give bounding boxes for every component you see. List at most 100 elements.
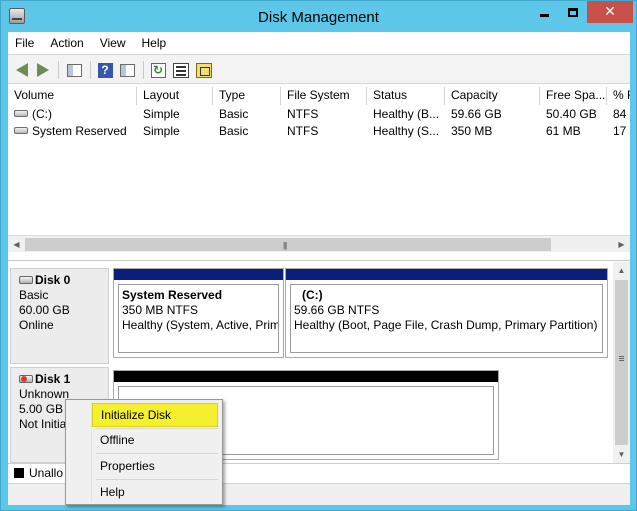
refresh-icon: ↻ xyxy=(150,62,166,78)
capacity-cell: 59.66 GB xyxy=(451,107,502,121)
disk-type: Basic xyxy=(19,288,49,302)
volume-row[interactable]: System Reserved Simple Basic NTFS Health… xyxy=(8,123,630,140)
scroll-down-icon[interactable]: ▼ xyxy=(613,446,630,463)
volume-icon xyxy=(14,110,28,118)
grip-icon: ||| xyxy=(283,241,287,250)
show-hide-console-tree-icon xyxy=(66,63,82,77)
toolbar-separator xyxy=(90,61,91,79)
back-icon xyxy=(16,63,28,77)
maximize-button[interactable] xyxy=(559,1,586,23)
forward-icon xyxy=(37,63,49,77)
volume-icon xyxy=(14,127,28,135)
disk-name: Disk 0 xyxy=(35,273,71,287)
partition-status: Healthy (Boot, Page File, Crash Dump, Pr… xyxy=(294,318,598,332)
scrollbar-thumb[interactable]: ||| xyxy=(25,238,551,251)
toolbar-separator xyxy=(143,61,144,79)
properties-icon xyxy=(173,62,189,78)
show-action-pane-icon xyxy=(119,63,135,77)
menu-help[interactable]: Help xyxy=(134,33,175,53)
menu-item-offline[interactable]: Offline xyxy=(92,428,218,452)
rescan-disks-button[interactable] xyxy=(194,60,214,80)
volume-list: Volume Layout Type File System Status Ca… xyxy=(8,84,630,261)
partition-name: (C:) xyxy=(302,288,323,302)
file-system-cell: NTFS xyxy=(287,124,319,138)
disk-name: Disk 1 xyxy=(35,372,71,386)
layout-cell: Simple xyxy=(143,124,180,138)
volume-name: System Reserved xyxy=(32,124,127,138)
menu-view[interactable]: View xyxy=(92,33,134,53)
partition-details: System Reserved 350 MB NTFS Healthy (Sys… xyxy=(118,284,279,353)
unallocated-bar xyxy=(114,371,498,382)
menu-item-initialize-disk[interactable]: Initialize Disk xyxy=(92,403,218,427)
grip-icon xyxy=(619,356,624,357)
status-cell: Healthy (B... xyxy=(373,107,440,121)
rescan-disks-icon xyxy=(196,62,212,78)
menu-item-help[interactable]: Help xyxy=(92,480,218,504)
disk-offline-icon xyxy=(19,374,33,383)
minimize-button[interactable] xyxy=(531,1,558,23)
free-space-cell: 61 MB xyxy=(546,124,581,138)
back-button[interactable] xyxy=(12,60,32,80)
column-free-space[interactable]: Free Spa... xyxy=(540,87,607,105)
capacity-cell: 350 MB xyxy=(451,124,493,138)
layout-cell: Simple xyxy=(143,107,180,121)
toolbar: ? ↻ xyxy=(8,54,630,84)
legend-swatch-unallocated xyxy=(14,468,24,478)
volume-cell: (C:) xyxy=(8,106,137,123)
menu-bar: File Action View Help xyxy=(8,32,630,54)
column-type[interactable]: Type xyxy=(213,87,281,105)
toolbar-separator xyxy=(58,61,59,79)
graphical-view-vertical-scrollbar[interactable]: ▲ ▼ xyxy=(613,262,630,463)
volume-row[interactable]: (C:) Simple Basic NTFS Healthy (B... 59.… xyxy=(8,106,630,123)
partition-details: (C:) 59.66 GB NTFS Healthy (Boot, Page F… xyxy=(290,284,603,353)
help-button[interactable]: ? xyxy=(95,60,115,80)
partition-bar xyxy=(286,269,607,280)
forward-button[interactable] xyxy=(33,60,53,80)
scrollbar-thumb[interactable] xyxy=(615,280,628,445)
type-cell: Basic xyxy=(219,124,249,138)
partition-size-fs: 59.66 GB NTFS xyxy=(294,303,380,317)
column-volume[interactable]: Volume xyxy=(8,87,137,105)
help-icon: ? xyxy=(97,62,113,78)
close-button[interactable]: ✕ xyxy=(587,1,633,23)
disk-management-window: Disk Management ✕ File Action View Help … xyxy=(0,0,637,511)
close-icon: ✕ xyxy=(604,4,616,20)
disk-0-label[interactable]: Disk 0 Basic 60.00 GB Online xyxy=(10,268,109,364)
menu-item-properties[interactable]: Properties xyxy=(92,454,218,478)
title-bar[interactable]: Disk Management ✕ xyxy=(1,1,636,32)
scroll-left-icon[interactable]: ◀ xyxy=(8,236,25,253)
partition-bar xyxy=(114,269,283,280)
type-cell: Basic xyxy=(219,107,249,121)
column-capacity[interactable]: Capacity xyxy=(445,87,540,105)
volume-list-horizontal-scrollbar[interactable]: ◀ ||| ▶ xyxy=(8,235,630,252)
disk-row: Disk 0 Basic 60.00 GB Online System Rese… xyxy=(8,268,613,364)
properties-button[interactable] xyxy=(171,60,191,80)
menu-file[interactable]: File xyxy=(8,33,42,53)
volume-name: (C:) xyxy=(32,107,52,121)
partition-size-fs: 350 MB NTFS xyxy=(122,303,199,317)
minimize-icon xyxy=(540,13,549,17)
menu-action[interactable]: Action xyxy=(42,33,91,53)
disk-context-menu: Initialize Disk Offline Properties Help xyxy=(65,399,223,505)
percent-free-cell: 84 xyxy=(613,107,627,121)
disk-state: Online xyxy=(19,318,54,332)
partition-c[interactable]: (C:) 59.66 GB NTFS Healthy (Boot, Page F… xyxy=(285,268,608,358)
column-file-system[interactable]: File System xyxy=(281,87,367,105)
refresh-button[interactable]: ↻ xyxy=(148,60,168,80)
volume-cell: System Reserved xyxy=(8,123,137,140)
scroll-right-icon[interactable]: ▶ xyxy=(613,236,630,253)
file-system-cell: NTFS xyxy=(287,107,319,121)
show-action-pane-button[interactable] xyxy=(117,60,137,80)
maximize-icon xyxy=(567,7,578,17)
column-percent-free[interactable]: % F xyxy=(607,87,630,105)
scroll-up-icon[interactable]: ▲ xyxy=(613,262,630,279)
column-layout[interactable]: Layout xyxy=(137,87,213,105)
show-hide-console-tree-button[interactable] xyxy=(64,60,84,80)
partition-system-reserved[interactable]: System Reserved 350 MB NTFS Healthy (Sys… xyxy=(113,268,284,358)
status-cell: Healthy (S... xyxy=(373,124,440,138)
volume-list-header: Volume Layout Type File System Status Ca… xyxy=(8,87,630,105)
legend-label-unallocated: Unallo xyxy=(29,466,64,480)
percent-free-cell: 17 xyxy=(613,124,627,138)
free-space-cell: 50.40 GB xyxy=(546,107,597,121)
column-status[interactable]: Status xyxy=(367,87,445,105)
